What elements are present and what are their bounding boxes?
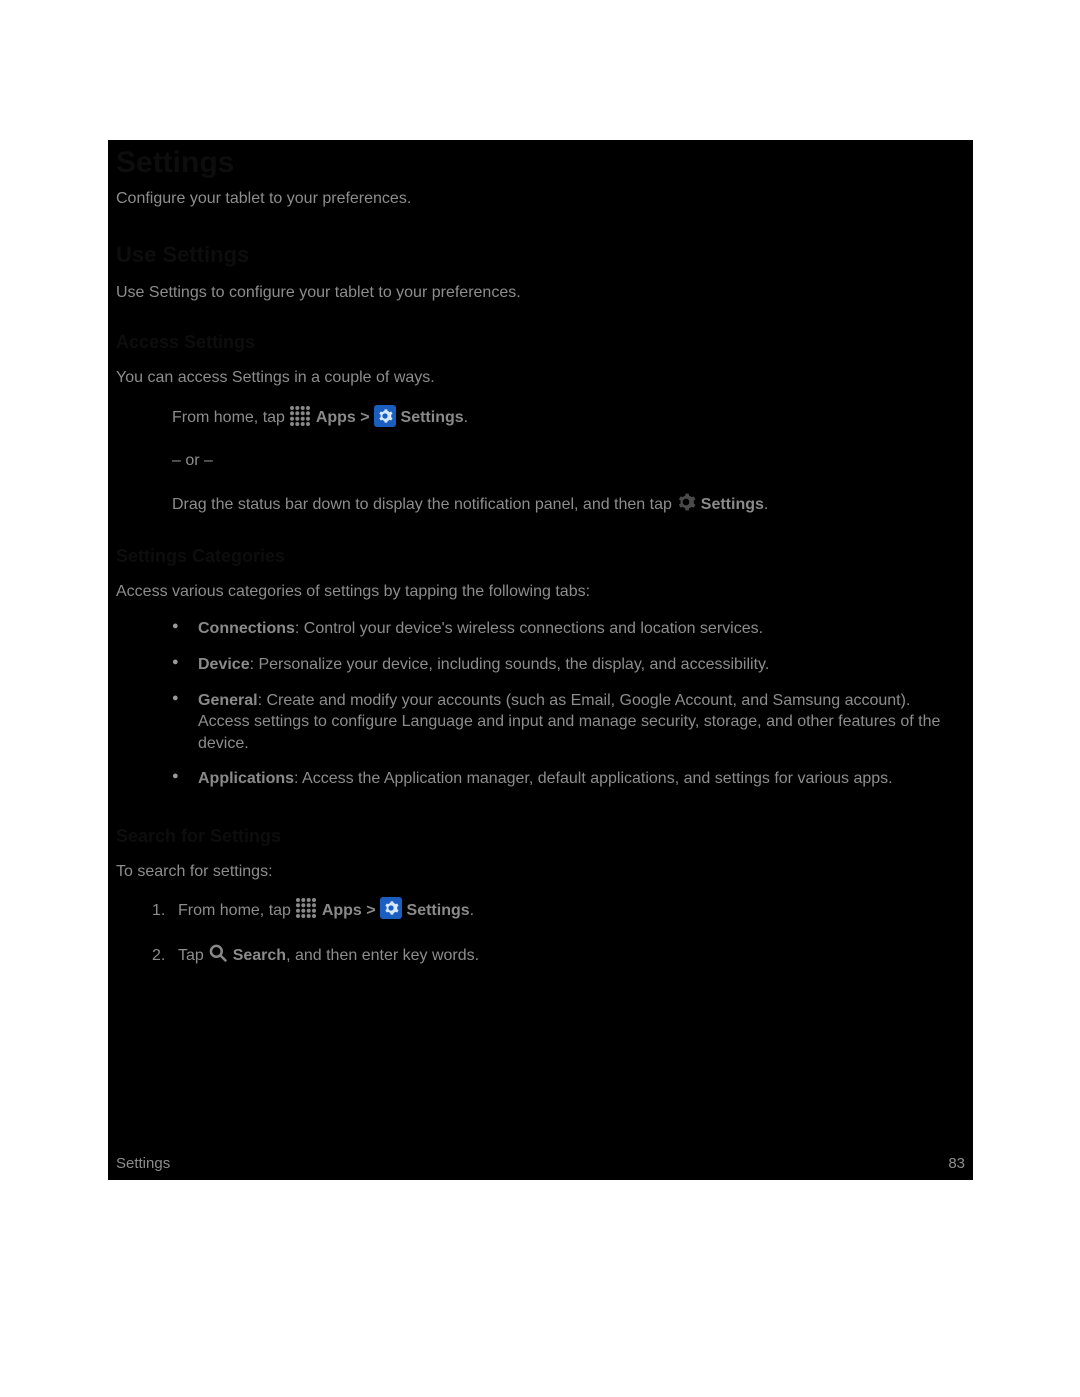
section-search-heading: Search for Settings (116, 826, 965, 847)
access-step-1: From home, tap Apps > (172, 406, 965, 429)
categories-list: Connections: Control your device's wirel… (172, 618, 965, 790)
period-1: . (464, 409, 468, 426)
intro-text: Configure your tablet to your preference… (116, 190, 965, 208)
categories-text: Access various categories of settings by… (116, 581, 965, 603)
section-categories-heading: Settings Categories (116, 546, 965, 567)
page-footer: Settings 83 (116, 1155, 965, 1172)
gt-sep-2: > (366, 902, 380, 919)
category-desc: : Access the Application manager, defaul… (294, 770, 893, 787)
period-2: . (764, 496, 768, 513)
apps-grid-icon (289, 405, 311, 427)
search-step1-prefix: From home, tap (178, 902, 295, 919)
settings-label-1: Settings (401, 409, 464, 426)
category-item: Connections: Control your device's wirel… (172, 618, 965, 640)
step2-prefix: Drag the status bar down to display the … (172, 496, 676, 513)
category-desc: : Create and modify your accounts (such … (198, 692, 940, 752)
category-term: Device (198, 656, 250, 673)
search-step-2: Tap Search, and then enter key words. (152, 944, 965, 967)
settings-label-3: Settings (407, 902, 470, 919)
apps-label: Apps (316, 409, 356, 426)
section-access-settings-heading: Access Settings (116, 332, 965, 353)
category-desc: : Control your device's wireless connect… (295, 620, 763, 637)
category-item: General: Create and modify your accounts… (172, 690, 965, 755)
step1-prefix: From home, tap (172, 409, 289, 426)
access-settings-text: You can access Settings in a couple of w… (116, 367, 965, 389)
gear-icon (676, 492, 696, 512)
gt-sep-1: > (360, 409, 374, 426)
document-page: Settings Configure your tablet to your p… (108, 140, 973, 1180)
access-step-2: Drag the status bar down to display the … (172, 493, 965, 516)
or-separator: – or – (172, 449, 965, 472)
access-settings-steps: From home, tap Apps > (172, 406, 965, 516)
search-step2-prefix: Tap (178, 947, 208, 964)
category-item: Applications: Access the Application man… (172, 768, 965, 790)
apps-label: Apps (322, 902, 362, 919)
category-term: Connections (198, 620, 295, 637)
section-use-settings-heading: Use Settings (116, 242, 965, 268)
settings-gear-icon (380, 897, 402, 919)
search-icon (208, 943, 228, 963)
settings-gear-icon (374, 405, 396, 427)
category-term: General (198, 692, 258, 709)
period-3: . (470, 902, 474, 919)
footer-left: Settings (116, 1155, 170, 1172)
settings-label-2: Settings (701, 496, 764, 513)
search-steps: From home, tap Apps > (152, 899, 965, 967)
use-settings-text: Use Settings to configure your tablet to… (116, 282, 965, 304)
apps-grid-icon (295, 897, 317, 919)
footer-page-number: 83 (948, 1155, 965, 1172)
page-title: Settings (116, 146, 965, 180)
search-step2-suffix: , and then enter key words. (286, 947, 479, 964)
search-label: Search (233, 947, 286, 964)
category-item: Device: Personalize your device, includi… (172, 654, 965, 676)
category-term: Applications (198, 770, 294, 787)
search-step-1: From home, tap Apps > (152, 899, 965, 922)
page-content: Settings Configure your tablet to your p… (108, 140, 973, 967)
category-desc: : Personalize your device, including sou… (250, 656, 770, 673)
search-text: To search for settings: (116, 861, 965, 883)
